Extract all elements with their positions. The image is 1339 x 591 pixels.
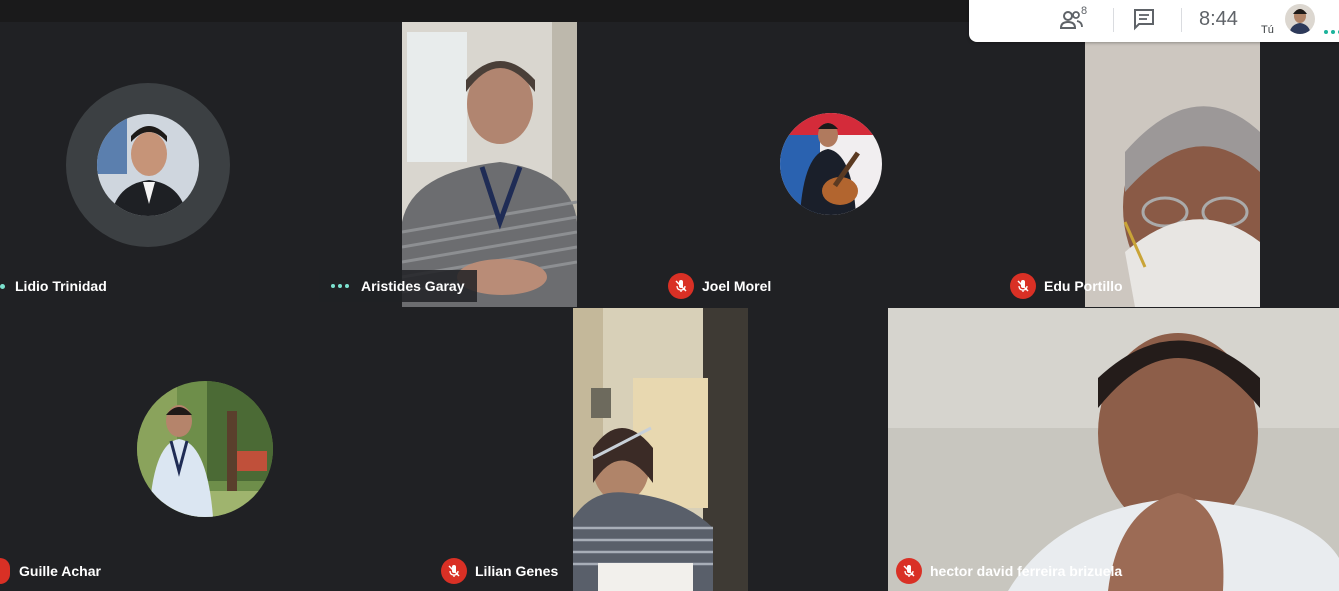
mic-off-icon [441, 558, 467, 584]
participant-tile-aristides-garay[interactable]: Aristides Garay [319, 22, 659, 307]
people-button[interactable]: 8 [1059, 5, 1091, 34]
participant-name: hector david ferreira brizuela [930, 563, 1123, 579]
participant-name: Edu Portillo [1044, 278, 1123, 294]
meeting-toolbar: 8 8:44 Tú [969, 0, 1339, 42]
participant-tile-joel-morel[interactable]: Joel Morel [660, 22, 1001, 307]
video-feed [402, 22, 577, 307]
divider [1113, 8, 1114, 32]
video-feed [1085, 22, 1260, 307]
divider [1181, 8, 1182, 32]
avatar [780, 113, 882, 215]
participant-name: Joel Morel [702, 278, 772, 294]
self-label: Tú [1261, 24, 1274, 36]
chat-button[interactable] [1132, 7, 1160, 35]
participant-name-label: Lilian Genes [441, 555, 558, 587]
self-view-avatar[interactable] [1285, 4, 1315, 34]
mic-off-icon [668, 273, 694, 299]
speaking-indicator-icon [331, 284, 349, 288]
more-icon [1324, 30, 1339, 36]
participant-tile-guille-achar[interactable]: Guille Achar [0, 308, 433, 591]
speaking-indicator-icon [0, 283, 5, 289]
participant-name-label: Edu Portillo [1010, 270, 1123, 302]
avatar [97, 114, 199, 216]
participant-name-label: Joel Morel [668, 270, 771, 302]
participant-name: Lidio Trinidad [15, 278, 107, 294]
chat-icon [1134, 9, 1154, 31]
video-feed [888, 308, 1339, 591]
participant-name-label: Aristides Garay [319, 270, 477, 302]
participant-tile-lidio-trinidad[interactable]: Lidio Trinidad [0, 22, 318, 307]
participant-name: Guille Achar [19, 563, 101, 579]
participant-name: Aristides Garay [361, 278, 465, 294]
mic-off-icon [896, 558, 922, 584]
participant-tile-lilian-genes[interactable]: Lilian Genes [433, 308, 888, 591]
meeting-clock: 8:44 [1199, 8, 1238, 30]
participant-name-label: Guille Achar [0, 555, 101, 587]
participants-count-badge: 8 [1081, 5, 1088, 17]
participant-name-label: Lidio Trinidad [0, 270, 107, 302]
video-feed [573, 308, 748, 591]
mic-off-icon [1010, 273, 1036, 299]
participant-tile-hector-david-ferreira-brizuela[interactable]: hector david ferreira brizuela [888, 308, 1339, 591]
participant-tile-edu-portillo[interactable]: Edu Portillo [1002, 22, 1339, 307]
more-button[interactable] [1324, 30, 1339, 36]
participant-name: Lilian Genes [475, 563, 559, 579]
mic-off-icon [0, 558, 10, 584]
participant-name-label: hector david ferreira brizuela [896, 555, 1122, 587]
avatar [137, 381, 273, 517]
